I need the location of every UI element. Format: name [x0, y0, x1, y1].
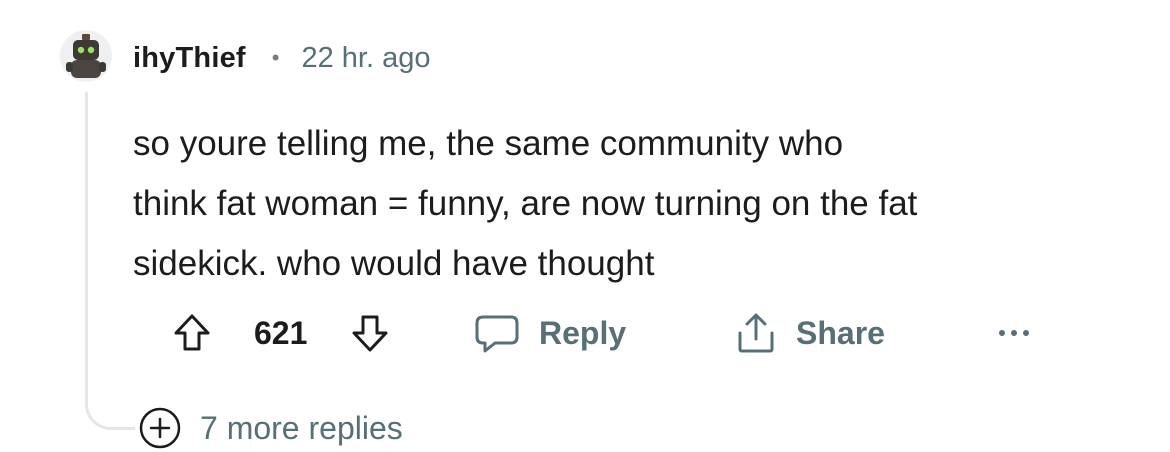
- robot-avatar-icon: [60, 30, 112, 82]
- comment-body: so youre telling me, the same community …: [133, 114, 1143, 294]
- comment-line: so youre telling me, the same community …: [133, 124, 844, 163]
- plus-circle-icon: [138, 406, 182, 450]
- comment-header: ihyThief • 22 hr. ago: [133, 37, 430, 79]
- comment-line: sidekick. who would have thought: [133, 244, 655, 283]
- downvote-arrow-icon: [348, 311, 392, 355]
- timestamp[interactable]: 22 hr. ago: [301, 42, 430, 75]
- downvote-button[interactable]: [348, 305, 392, 361]
- vote-score: 621: [254, 305, 307, 361]
- upvote-button[interactable]: [170, 305, 214, 361]
- meta-separator: •: [271, 45, 280, 70]
- comment-line: think fat woman = funny, are now turning…: [133, 184, 918, 223]
- upvote-arrow-icon: [170, 311, 214, 355]
- reply-button[interactable]: Reply: [473, 305, 626, 361]
- avatar[interactable]: [60, 30, 112, 82]
- share-icon: [734, 309, 778, 357]
- share-button[interactable]: Share: [734, 305, 885, 361]
- more-replies-button[interactable]: 7 more replies: [138, 404, 403, 452]
- overflow-menu-button[interactable]: [998, 305, 1030, 361]
- reply-label: Reply: [539, 314, 627, 351]
- share-label: Share: [796, 314, 885, 351]
- more-dots-icon: [998, 327, 1030, 339]
- username[interactable]: ihyThief: [133, 42, 246, 75]
- more-replies-label: 7 more replies: [200, 409, 403, 446]
- thread-line[interactable]: [85, 92, 135, 430]
- score-value: 621: [254, 314, 308, 351]
- speech-bubble-icon: [473, 309, 521, 357]
